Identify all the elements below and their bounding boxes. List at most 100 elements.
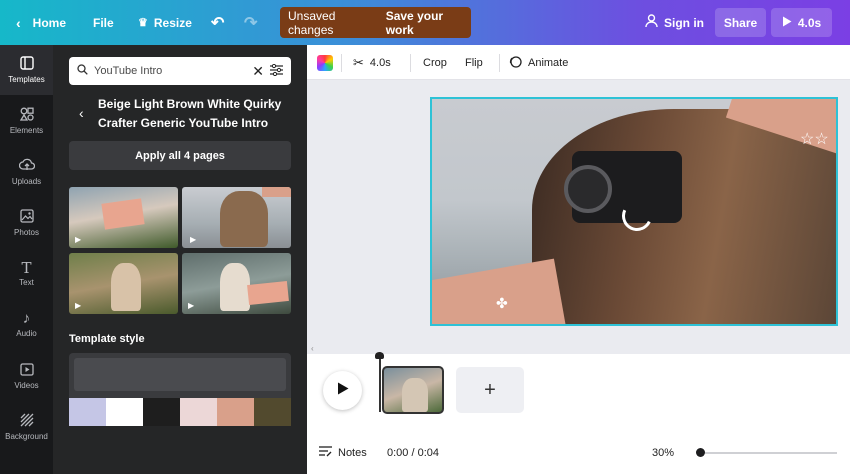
rail-item-background[interactable]: Background — [0, 402, 53, 452]
playhead-handle[interactable] — [375, 352, 384, 359]
sparkle-doodle-icon: ✤ — [496, 295, 508, 311]
zoom-slider-handle[interactable] — [696, 448, 705, 457]
file-menu[interactable]: File — [93, 0, 114, 45]
flip-button[interactable]: Flip — [465, 45, 483, 80]
editor-toolbar: ✂ 4.0s Crop Flip Animate — [307, 45, 850, 80]
search-value: YouTube Intro — [94, 65, 163, 77]
photo-subject — [111, 263, 141, 311]
crown-icon: ♛ — [138, 17, 148, 29]
rail-label: Elements — [9, 126, 44, 135]
notes-label: Notes — [338, 447, 367, 459]
rail-item-photos[interactable]: Photos — [0, 198, 53, 248]
zoom-label: 30% — [652, 447, 675, 459]
background-icon — [20, 413, 34, 429]
clip-subject — [402, 378, 428, 412]
play-icon: ▶ — [190, 235, 197, 244]
resize-button[interactable]: ♛ Resize — [138, 0, 192, 45]
share-button[interactable]: Share — [715, 8, 766, 37]
unsaved-banner: Unsaved changes Save your work — [280, 7, 471, 38]
sign-in-button[interactable]: Sign in — [645, 0, 704, 45]
animate-label: Animate — [528, 56, 569, 69]
add-page-button[interactable]: + — [456, 367, 524, 413]
save-work-link[interactable]: Save your work — [386, 9, 463, 37]
time-label: 0:00 / 0:04 — [387, 447, 439, 459]
undo-button[interactable]: ↶ — [211, 0, 224, 45]
rail-item-text[interactable]: T Text — [0, 249, 53, 299]
filter-icon[interactable] — [270, 63, 283, 79]
trim-duration-button[interactable]: ✂ 4.0s — [353, 45, 391, 80]
color-swatch[interactable] — [254, 398, 291, 426]
label-shape — [101, 198, 145, 230]
time-readout: 0:00 / 0:04 — [387, 441, 439, 465]
plus-icon: + — [484, 378, 496, 401]
share-label: Share — [723, 15, 758, 30]
notes-icon — [319, 446, 332, 460]
color-swatch[interactable] — [180, 398, 217, 426]
rail-item-templates[interactable]: Templates — [0, 45, 53, 95]
redo-button[interactable]: ↷ — [244, 0, 257, 45]
chevron-left-icon: ‹ — [16, 14, 21, 31]
play-icon: ▶ — [75, 235, 82, 244]
star-doodle-icon: ☆☆ — [800, 131, 829, 148]
rail-label: Background — [5, 432, 48, 441]
crop-label: Crop — [423, 56, 447, 69]
template-page-thumbnail[interactable]: ▶ — [182, 187, 291, 248]
flip-label: Flip — [465, 56, 483, 69]
photos-icon — [19, 209, 34, 225]
template-style-heading: Template style — [69, 333, 145, 345]
apply-all-button[interactable]: Apply all 4 pages — [69, 141, 291, 170]
timeline-scroll[interactable]: ‹ — [307, 344, 850, 354]
notes-button[interactable]: Notes — [319, 441, 367, 465]
playhead[interactable] — [379, 354, 381, 412]
redo-icon: ↷ — [244, 14, 258, 32]
rail-label: Videos — [14, 380, 39, 390]
color-swatch[interactable] — [143, 398, 180, 426]
color-swatch[interactable] — [106, 398, 143, 426]
present-duration: 4.0s — [797, 15, 822, 30]
rail-label: Text — [19, 278, 34, 287]
rail-item-uploads[interactable]: Uploads — [0, 147, 53, 197]
template-title: Beige Light Brown White Quirky Crafter G… — [98, 97, 282, 130]
play-icon: ▶ — [188, 301, 195, 310]
search-input[interactable]: YouTube Intro ✕ — [69, 57, 291, 85]
toolbar-divider — [410, 54, 411, 72]
home-button[interactable]: ‹ Home — [16, 0, 66, 45]
crop-button[interactable]: Crop — [423, 45, 447, 80]
color-picker-button[interactable] — [317, 45, 333, 80]
trim-duration-label: 4.0s — [369, 56, 391, 69]
sign-in-label: Sign in — [664, 15, 704, 30]
uploads-icon — [18, 158, 35, 174]
toolbar-divider — [499, 54, 500, 72]
zoom-slider-track[interactable] — [705, 452, 837, 454]
present-button[interactable]: 4.0s — [771, 8, 832, 37]
template-page-thumbnail[interactable]: ▶ — [69, 253, 178, 314]
animate-icon — [509, 55, 522, 71]
corner-shape — [262, 187, 291, 197]
template-page-thumbnail[interactable]: ▶ — [182, 253, 291, 314]
style-preview — [74, 358, 286, 391]
template-page-thumbnail[interactable]: ▶ — [69, 187, 178, 248]
left-rail: Templates Elements Uploads Photos T Text… — [0, 45, 53, 474]
timeline-clip[interactable] — [382, 366, 444, 414]
rail-label: Templates — [8, 75, 45, 84]
color-swatch[interactable] — [69, 398, 106, 426]
clear-icon[interactable]: ✕ — [252, 63, 264, 80]
home-label: Home — [32, 15, 67, 30]
color-swatch[interactable] — [217, 398, 254, 426]
audio-icon: ♪ — [22, 310, 31, 327]
label-shape — [247, 280, 289, 306]
animate-button[interactable]: Animate — [509, 45, 568, 80]
back-chevron-icon[interactable]: ‹ — [79, 105, 84, 121]
rail-item-audio[interactable]: ♪ Audio — [0, 300, 53, 350]
templates-icon — [19, 56, 34, 72]
rail-item-elements[interactable]: Elements — [0, 96, 53, 146]
video-slide-canvas[interactable]: ☆☆ ✤ — [430, 97, 838, 326]
file-label: File — [93, 15, 114, 30]
videos-icon — [19, 362, 34, 378]
templates-panel: YouTube Intro ✕ ‹ Beige Light Brown Whit… — [53, 45, 307, 474]
user-icon — [645, 14, 658, 31]
timeline-play-button[interactable] — [323, 371, 362, 410]
scissors-icon: ✂ — [353, 54, 364, 70]
rail-item-videos[interactable]: Videos — [0, 351, 53, 401]
photo-subject — [220, 191, 268, 247]
